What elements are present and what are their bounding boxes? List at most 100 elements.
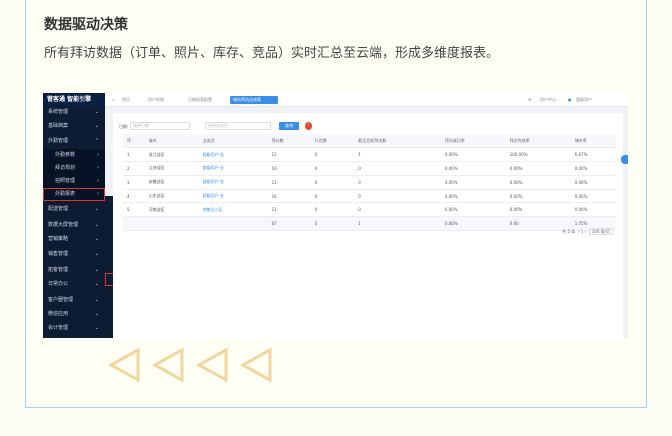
table-row: 2 江苏战区 超级用户-业 16 0 0 0.00% 0.00% 0.00% bbox=[123, 161, 616, 176]
table-row: 1 浙江战区 超级用户-业 15 0 1 0.00% 100.00% 6.67% bbox=[123, 147, 616, 163]
search-button[interactable]: 查询 bbox=[279, 122, 299, 130]
chevron-icon: ⌄ bbox=[94, 311, 99, 317]
sidebar-item[interactable]: 日常办公 ⌄ bbox=[43, 278, 105, 291]
table-row: 3 安徽战区 超级用户-业 11 0 0 0.00% 0.00% 0.00% bbox=[123, 175, 616, 190]
table-cell: 0.00% bbox=[570, 175, 616, 190]
tab-home[interactable]: 首页 bbox=[119, 96, 133, 104]
page-size-select[interactable]: 100 条/页 bbox=[588, 228, 613, 235]
sidebar-item[interactable]: 拍照管理 › bbox=[43, 175, 105, 188]
chevron-icon: ⌄ bbox=[94, 251, 99, 257]
table-cell: 16 bbox=[267, 161, 311, 176]
tab-city-visit[interactable]: 城市拜访达成表 bbox=[230, 96, 278, 104]
table-row: 5 河南战区 销售员二区 11 0 0 0.00% 0.00% 0.00% bbox=[123, 202, 616, 218]
table-cell: 0 bbox=[310, 175, 355, 190]
top-bar: « 首页 用户权限 万能报表配置 城市拜访达成表 ⚙ 用户中心 ● 超级用户 bbox=[105, 93, 628, 107]
table-cell[interactable]: 超级用户-业 bbox=[198, 161, 268, 176]
sidebar-item[interactable]: 系统管理 ⌄ bbox=[43, 106, 105, 119]
column-header: 拜访成功率 bbox=[440, 134, 506, 149]
sidebar-item-label: 日常办公 bbox=[48, 281, 69, 287]
sidebar-item-label: 基础档案 bbox=[48, 123, 69, 129]
column-header: 拜访完成率 bbox=[505, 134, 571, 149]
chevron-icon: ⌄ bbox=[94, 222, 99, 228]
sidebar-item-label: 系统管理 bbox=[48, 109, 69, 115]
salesman-select[interactable]: 选择业务员 bbox=[205, 122, 271, 130]
arrow-left-icon bbox=[151, 347, 184, 383]
sidebar-item[interactable]: 外勤参数 › bbox=[43, 149, 105, 162]
table-cell: 0.00% bbox=[440, 189, 506, 204]
column-header: 城市 bbox=[144, 134, 199, 149]
sidebar-item[interactable]: 配送管理 ⌄ bbox=[43, 203, 105, 216]
chevron-icon: ⌄ bbox=[94, 281, 99, 287]
table-cell[interactable]: 销售员二区 bbox=[198, 202, 268, 218]
sidebar-item[interactable]: 销售管理 ⌄ bbox=[43, 248, 105, 261]
table-cell: 100.00% bbox=[505, 147, 571, 163]
feature-heading: 数据驱动决策 bbox=[44, 17, 128, 33]
column-header: 拜访数 bbox=[267, 134, 311, 149]
column-header: 截至目前拜访数 bbox=[354, 134, 441, 149]
table-row: 4 山东战区 超级用户-业 16 0 0 0.00% 0.00% 0.00% bbox=[123, 189, 616, 204]
app-screenshot: 管客通 智能引擎 系统管理 ⌄ 基础档案 ⌄ 外勤管理 ⌃ 外勤参数 › 拜访规划 › 拍照管理 › 外… bbox=[43, 93, 628, 338]
table-cell: 0.00% bbox=[440, 147, 506, 163]
table-cell: 0 bbox=[310, 189, 355, 204]
table-cell: 0 bbox=[354, 175, 441, 190]
page-number[interactable]: 1 bbox=[581, 229, 584, 234]
chevron-icon: ⌄ bbox=[94, 236, 99, 242]
table-cell[interactable]: 超级用户-业 bbox=[198, 175, 268, 190]
sidebar-item-label: 营销策略 bbox=[48, 236, 69, 242]
table-cell: 江苏战区 bbox=[144, 161, 199, 176]
column-header: 业务员 bbox=[198, 134, 268, 149]
user-center-link[interactable]: 用户中心 bbox=[537, 96, 559, 104]
sidebar-item[interactable]: 营销策略 ⌄ bbox=[43, 233, 105, 246]
table-cell[interactable]: 超级用户-业 bbox=[198, 189, 268, 204]
table-cell[interactable]: 超级用户-业 bbox=[198, 147, 268, 163]
sidebar-item-label: 数据大屏管理 bbox=[48, 222, 79, 228]
table-cell: 0.00% bbox=[505, 175, 571, 190]
gear-icon[interactable]: ⚙ bbox=[525, 96, 535, 104]
table-cell: 15 bbox=[267, 147, 311, 163]
table-cell: 3 bbox=[123, 175, 145, 190]
sidebar-item[interactable]: 会计管理 ⌄ bbox=[43, 322, 105, 335]
sidebar-item[interactable]: 拓客管理 ⌄ bbox=[43, 264, 105, 277]
table-cell bbox=[123, 216, 145, 232]
total-count: 共 5 条 bbox=[562, 229, 576, 234]
sidebar-item[interactable]: 外勤管理 ⌃ bbox=[43, 135, 105, 148]
help-float-button[interactable] bbox=[621, 155, 628, 164]
table-cell: 0.00% bbox=[570, 161, 616, 176]
column-header: 行迄数 bbox=[310, 134, 355, 149]
table-cell: 2 bbox=[123, 161, 145, 176]
table-cell: 0.00% bbox=[440, 175, 506, 190]
sidebar-item-label: 拓客管理 bbox=[48, 267, 69, 273]
table-cell: 0 bbox=[310, 147, 355, 163]
sidebar-item[interactable]: 基础档案 ⌄ bbox=[43, 120, 105, 133]
table-cell: 0.00% bbox=[505, 189, 571, 204]
sidebar-item[interactable]: 微信应用 ⌄ bbox=[43, 308, 105, 321]
feature-description: 所有拜访数据（订单、照片、库存、竞品）实时汇总至云端，形成多维度报表。 bbox=[44, 46, 500, 61]
table-cell: 1 bbox=[354, 216, 441, 232]
chevron-icon: › bbox=[97, 165, 99, 171]
collapse-icon[interactable]: « bbox=[109, 96, 117, 104]
column-header: 铺市率 bbox=[570, 134, 616, 149]
sidebar-item-label: 客户圈管理 bbox=[48, 297, 74, 303]
table-cell: 1 bbox=[123, 147, 145, 163]
chevron-icon: ⌄ bbox=[94, 267, 99, 273]
tab-report-config[interactable]: 万能报表配置 bbox=[185, 96, 215, 104]
user-menu[interactable]: 超级用户 bbox=[573, 96, 595, 104]
table-cell: 4 bbox=[123, 189, 145, 204]
alert-badge: ! bbox=[305, 122, 312, 130]
sidebar-item[interactable]: 外勤报表 › bbox=[43, 188, 105, 201]
table-cell: 11 bbox=[267, 175, 311, 190]
arrow-left-icon bbox=[108, 347, 140, 383]
app-logo: 管客通 智能引擎 bbox=[43, 93, 105, 107]
tab-permissions[interactable]: 用户权限 bbox=[145, 96, 167, 104]
table-cell: 0.00% bbox=[570, 202, 616, 218]
chevron-icon: ⌄ bbox=[94, 206, 99, 212]
table-cell: 67 bbox=[267, 216, 311, 232]
arrow-left-icon bbox=[195, 347, 228, 383]
table-cell: 安徽战区 bbox=[144, 175, 199, 190]
sidebar-item[interactable]: 数据大屏管理 ⌄ bbox=[43, 219, 105, 232]
sidebar-item[interactable]: 客户圈管理 ⌄ bbox=[43, 294, 105, 307]
table-cell: 6.67% bbox=[570, 147, 616, 163]
sidebar-item[interactable]: 拜访规划 › bbox=[43, 162, 105, 175]
table-cell: 0 bbox=[310, 216, 355, 232]
date-input[interactable]: 选择日期 bbox=[130, 122, 190, 130]
